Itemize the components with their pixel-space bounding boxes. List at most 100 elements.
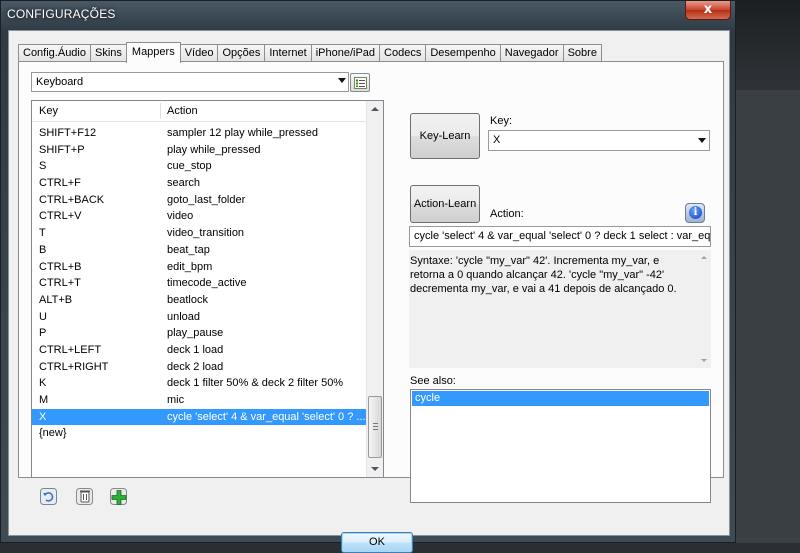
row-action: beat_tap xyxy=(167,243,210,256)
list-scrollbar[interactable] xyxy=(366,101,383,477)
row-action: cycle 'select' 4 & var_equal 'select' 0 … xyxy=(167,410,366,423)
table-row[interactable]: CTRL+F search xyxy=(32,175,366,192)
mapper-options-button[interactable] xyxy=(350,73,370,92)
table-row[interactable]: SHIFT+F12 sampler 12 play while_pressed xyxy=(32,125,366,142)
table-row[interactable]: ALT+B beatlock xyxy=(32,292,366,309)
row-action: beatlock xyxy=(167,293,208,306)
row-key: T xyxy=(39,227,46,240)
column-header-action[interactable]: Action xyxy=(167,105,198,117)
table-row[interactable]: Bbeat_tap xyxy=(32,242,366,259)
table-row[interactable]: CTRL+RIGHT deck 2 load xyxy=(32,359,366,376)
scroll-thumb[interactable] xyxy=(368,396,382,458)
row-action: deck 1 filter 50% & deck 2 filter 50% xyxy=(167,377,344,390)
syntax-scrollbar[interactable] xyxy=(699,250,711,368)
tab-desempenho[interactable]: Desempenho xyxy=(425,44,501,62)
row-action: edit_bpm xyxy=(167,260,213,273)
trash-icon xyxy=(76,488,93,505)
tab-sobre[interactable]: Sobre xyxy=(562,44,602,62)
tab-video[interactable]: Vídeo xyxy=(179,44,219,62)
key-learn-button[interactable]: Key-Learn xyxy=(410,113,480,159)
row-action: mic xyxy=(167,394,185,406)
row-action: timecode_active xyxy=(167,277,247,290)
table-row[interactable]: Scue_stop xyxy=(32,158,366,175)
tab-internet[interactable]: Internet xyxy=(264,44,312,62)
table-row[interactable]: CTRL+T timecode_active xyxy=(32,275,366,292)
table-row[interactable]: Xcycle 'select' 4 & var_equal 'select' 0… xyxy=(32,408,366,426)
row-action: cue_stop xyxy=(167,160,212,173)
see-also-label: See also: xyxy=(410,375,456,387)
info-icon: i xyxy=(689,206,702,219)
row-key: CTRL+BACK xyxy=(39,193,105,206)
see-also-item[interactable]: cycle xyxy=(412,391,709,406)
see-also-list[interactable]: cycle xyxy=(410,389,711,503)
table-row[interactable]: Mmic xyxy=(32,392,366,409)
list-icon xyxy=(354,77,367,89)
row-key: CTRL+V xyxy=(39,210,82,223)
scroll-down-arrow-icon[interactable] xyxy=(371,467,379,471)
tab-opcoes[interactable]: Opções xyxy=(217,44,266,62)
table-row[interactable]: Uunload xyxy=(32,309,366,326)
row-action: unload xyxy=(167,310,201,323)
load-mapping-button[interactable] xyxy=(39,487,59,506)
row-key: SHIFT+P xyxy=(39,143,85,156)
tab-config-audio[interactable]: Config.Áudio xyxy=(18,44,91,62)
table-row[interactable]: CTRL+B edit_bpm xyxy=(32,259,366,276)
delete-mapping-button[interactable] xyxy=(75,487,95,506)
tab-codecs[interactable]: Codecs xyxy=(379,44,427,62)
desktop-background xyxy=(736,0,800,543)
row-action: goto_last_folder xyxy=(167,193,246,206)
scroll-up-arrow-icon[interactable] xyxy=(371,107,379,111)
config-window: CONFIGURAÇÕES x Config.Áudio Skins Mappe… xyxy=(0,0,736,553)
row-key: CTRL+T xyxy=(39,277,81,290)
row-key: M xyxy=(39,394,49,406)
column-header-key[interactable]: Key xyxy=(39,105,58,117)
row-key: {new} xyxy=(39,427,67,440)
row-key: K xyxy=(39,377,47,390)
action-field[interactable]: cycle 'select' 4 & var_equal 'select' 0 … xyxy=(409,226,711,247)
window-title: CONFIGURAÇÕES xyxy=(7,7,116,21)
table-row[interactable]: CTRL+V video xyxy=(32,208,366,225)
table-row[interactable]: {new} xyxy=(32,425,366,442)
row-action: play_pause xyxy=(167,327,224,340)
table-row[interactable]: CTRL+LEFT deck 1 load xyxy=(32,342,366,359)
row-action: search xyxy=(167,177,201,190)
syntax-help-text: Syntaxe: 'cycle "my_var" 42'. Incrementa… xyxy=(409,250,711,368)
title-bar[interactable]: CONFIGURAÇÕES x xyxy=(1,1,735,29)
table-row[interactable]: SHIFT+P play while_pressed xyxy=(32,142,366,159)
row-key: U xyxy=(39,310,47,323)
row-key: X xyxy=(39,410,47,423)
tab-mappers[interactable]: Mappers xyxy=(125,42,181,63)
row-key: S xyxy=(39,160,47,173)
row-key: CTRL+B xyxy=(39,260,82,273)
row-action: video_transition xyxy=(167,227,245,240)
chevron-down-icon xyxy=(338,78,346,83)
chevron-down-icon xyxy=(698,138,706,143)
plus-icon xyxy=(110,488,127,505)
tab-navegador[interactable]: Navegador xyxy=(499,44,564,62)
mapper-select[interactable]: Keyboard xyxy=(31,72,349,92)
mapper-select-value: Keyboard xyxy=(36,76,84,88)
row-action: deck 1 load xyxy=(167,343,224,356)
close-button[interactable]: x xyxy=(685,1,731,20)
table-row[interactable]: Pplay_pause xyxy=(32,325,366,342)
action-learn-button[interactable]: Action-Learn xyxy=(410,185,480,223)
list-header: Key Action xyxy=(32,101,366,122)
table-row[interactable]: Kdeck 1 filter 50% & deck 2 filter 50% xyxy=(32,375,366,392)
info-button[interactable]: i xyxy=(685,203,705,223)
row-action: sampler 12 play while_pressed xyxy=(167,127,319,139)
row-key: ALT+B xyxy=(39,293,73,306)
table-row[interactable]: Tvideo_transition xyxy=(32,225,366,242)
key-select[interactable]: X xyxy=(488,130,710,151)
syntax-text: Syntaxe: 'cycle "my_var" 42'. Incrementa… xyxy=(410,255,677,295)
tab-iphone-ipad[interactable]: iPhone/iPad xyxy=(310,44,381,62)
mapping-list[interactable]: Key Action SHIFT+F12 sampler 12 play whil… xyxy=(31,100,384,478)
dialog-client: Config.Áudio Skins Mappers Vídeo Opções … xyxy=(8,30,730,553)
table-row[interactable]: CTRL+BACK goto_last_folder xyxy=(32,192,366,209)
row-action: play while_pressed xyxy=(167,143,261,156)
disk-refresh-icon xyxy=(40,488,57,505)
tab-skins[interactable]: Skins xyxy=(90,44,127,62)
key-label: Key: xyxy=(490,115,513,127)
action-label: Action: xyxy=(490,208,524,220)
row-key: CTRL+RIGHT xyxy=(39,360,109,373)
add-mapping-button[interactable] xyxy=(109,487,129,506)
